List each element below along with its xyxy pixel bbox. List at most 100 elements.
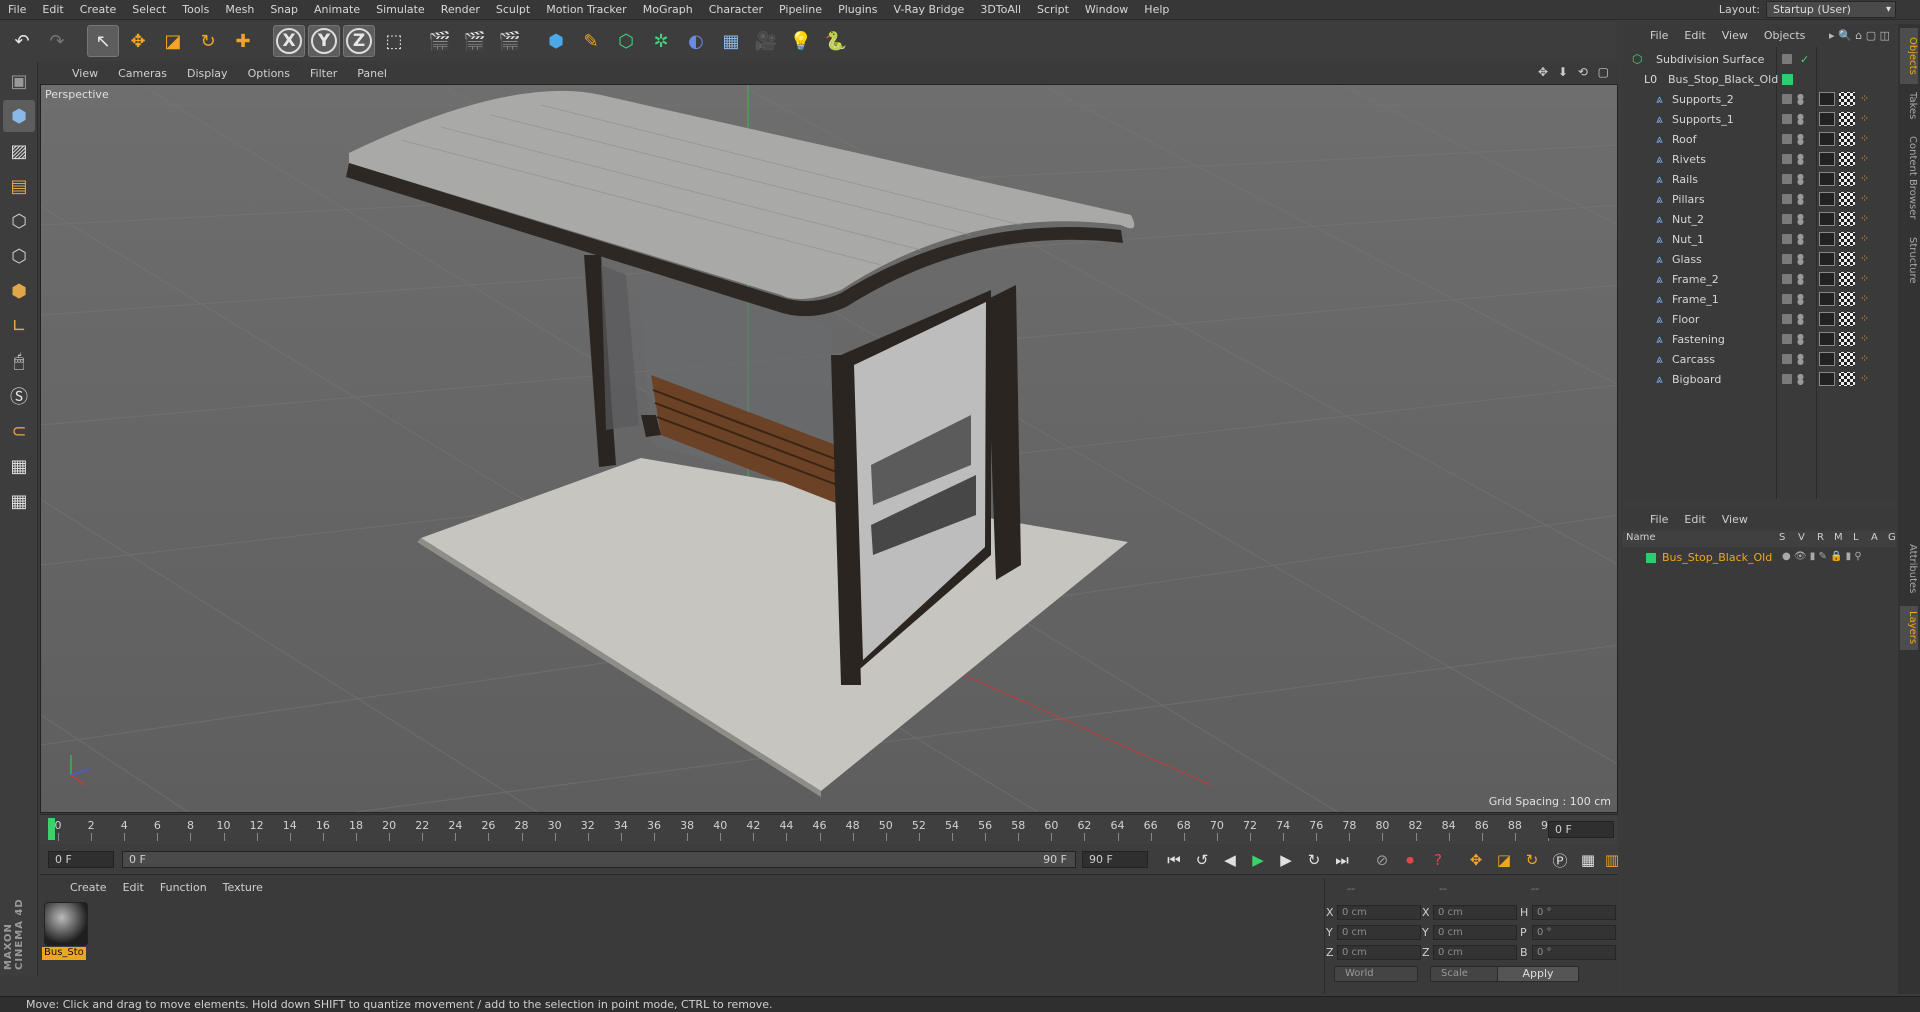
render-view-icon[interactable]: 🎬 bbox=[424, 25, 456, 57]
python-icon[interactable]: 🐍 bbox=[820, 25, 852, 57]
texture-tag-icon[interactable] bbox=[1839, 92, 1855, 106]
cube-object-icon[interactable]: ⬢ bbox=[540, 25, 572, 57]
om-menu-file[interactable]: File bbox=[1642, 29, 1676, 42]
material-tag-icon[interactable] bbox=[1819, 132, 1835, 146]
material-tag-icon[interactable] bbox=[1819, 252, 1835, 266]
lm-menu-view[interactable]: View bbox=[1714, 513, 1756, 526]
move-tool-icon[interactable]: ✥ bbox=[122, 25, 154, 57]
pos-z-field[interactable]: 0 cm bbox=[1337, 945, 1421, 960]
tree-row-subdivision-surface[interactable]: ⬡ Subdivision Surface ✓ bbox=[1622, 49, 1896, 69]
snap-icon[interactable]: Ⓢ bbox=[3, 380, 35, 412]
viewport-menu-filter[interactable]: Filter bbox=[300, 67, 347, 80]
visibility-dots-icon[interactable]: ● ● bbox=[1797, 153, 1804, 166]
menu-snap[interactable]: Snap bbox=[262, 3, 306, 16]
menu-3dtoall[interactable]: 3DToAll bbox=[972, 3, 1029, 16]
autokey-icon[interactable]: ⏺ bbox=[1398, 849, 1422, 871]
key-pla-icon[interactable]: ▦ bbox=[1576, 849, 1600, 871]
keyframe-selection-icon[interactable]: ? bbox=[1426, 849, 1450, 871]
undo-icon[interactable]: ↶ bbox=[6, 25, 38, 57]
edit-toggle[interactable] bbox=[1782, 114, 1792, 124]
magnet-icon[interactable]: ⊂ bbox=[3, 415, 35, 447]
menu-pipeline[interactable]: Pipeline bbox=[771, 3, 830, 16]
material-name-label[interactable]: Bus_Sto bbox=[42, 947, 86, 960]
z-axis-lock-icon[interactable]: Z bbox=[343, 25, 375, 57]
material-tag-icon[interactable] bbox=[1819, 312, 1835, 326]
edit-toggle[interactable] bbox=[1782, 374, 1792, 384]
visibility-dots-icon[interactable]: ● ● bbox=[1797, 93, 1804, 106]
viewport-menu-view[interactable]: View bbox=[62, 67, 108, 80]
timeline-frame-field[interactable]: 0 F bbox=[1548, 821, 1614, 838]
om-menu-view[interactable]: View bbox=[1714, 29, 1756, 42]
texture-tag-icon[interactable] bbox=[1839, 292, 1855, 306]
layer-name[interactable]: Bus_Stop_Black_Old bbox=[1662, 551, 1772, 564]
edit-toggle[interactable] bbox=[1782, 214, 1792, 224]
material-tag-icon[interactable] bbox=[1819, 352, 1835, 366]
tree-row-roof[interactable]: ⩓ Roof ● ● ⁘ bbox=[1622, 129, 1896, 149]
texture-tag-icon[interactable] bbox=[1839, 372, 1855, 386]
lm-menu-edit[interactable]: Edit bbox=[1676, 513, 1713, 526]
key-scale-icon[interactable]: ◪ bbox=[1492, 849, 1516, 871]
grid-lock-icon[interactable]: ▦ bbox=[3, 450, 35, 482]
tab-structure[interactable]: Structure bbox=[1900, 230, 1918, 290]
menu-animate[interactable]: Animate bbox=[306, 3, 368, 16]
phong-tag-icon[interactable]: ⁘ bbox=[1860, 92, 1869, 105]
pos-y-field[interactable]: 0 cm bbox=[1337, 925, 1421, 940]
current-frame-field[interactable]: 0 F bbox=[48, 851, 114, 868]
texture-tag-icon[interactable] bbox=[1839, 172, 1855, 186]
om-menu-objects[interactable]: Objects bbox=[1756, 29, 1814, 42]
render-settings-icon[interactable]: 🎬 bbox=[494, 25, 526, 57]
previous-frame-icon[interactable]: ◀ bbox=[1218, 849, 1242, 871]
phong-tag-icon[interactable]: ⁘ bbox=[1860, 232, 1869, 245]
edit-toggle[interactable] bbox=[1782, 294, 1792, 304]
visibility-dots-icon[interactable]: ● ● bbox=[1797, 233, 1804, 246]
material-menu-create[interactable]: Create bbox=[62, 881, 115, 894]
rot-p-field[interactable]: 0 ° bbox=[1532, 925, 1616, 940]
go-to-start-icon[interactable]: ⏮ bbox=[1162, 849, 1186, 871]
visibility-dots-icon[interactable]: ● ● bbox=[1797, 353, 1804, 366]
material-tag-icon[interactable] bbox=[1819, 172, 1835, 186]
layer-toggle-icons[interactable]: ● 👁 ▮ ✎ 🔒 ▮ ⚲ bbox=[1782, 551, 1862, 562]
tab-attributes[interactable]: Attributes bbox=[1900, 534, 1918, 604]
floor-scene-icon[interactable]: ▦ bbox=[715, 25, 747, 57]
coordinate-system-icon[interactable]: ⬚ bbox=[378, 25, 410, 57]
phong-tag-icon[interactable]: ⁘ bbox=[1860, 372, 1869, 385]
viewport-nav-icons[interactable]: ✥ ⬇ ⟲ ▢ bbox=[1538, 65, 1612, 79]
phong-tag-icon[interactable]: ⁘ bbox=[1860, 312, 1869, 325]
edit-toggle[interactable] bbox=[1782, 194, 1792, 204]
tree-row-rivets[interactable]: ⩓ Rivets ● ● ⁘ bbox=[1622, 149, 1896, 169]
visibility-dots-icon[interactable]: ● ● bbox=[1797, 373, 1804, 386]
menu-window[interactable]: Window bbox=[1077, 3, 1136, 16]
scale-tool-icon[interactable]: ◪ bbox=[157, 25, 189, 57]
edit-toggle[interactable] bbox=[1782, 354, 1792, 364]
size-x-field[interactable]: 0 cm bbox=[1433, 905, 1517, 920]
end-frame-field[interactable]: 90 F bbox=[1082, 851, 1148, 868]
tree-row-carcass[interactable]: ⩓ Carcass ● ● ⁘ bbox=[1622, 349, 1896, 369]
axis-mode-icon[interactable]: ∟ bbox=[3, 310, 35, 342]
tab-takes[interactable]: Takes bbox=[1900, 86, 1918, 126]
tree-row-rails[interactable]: ⩓ Rails ● ● ⁘ bbox=[1622, 169, 1896, 189]
tree-row-fastening[interactable]: ⩓ Fastening ● ● ⁘ bbox=[1622, 329, 1896, 349]
om-menu-edit[interactable]: Edit bbox=[1676, 29, 1713, 42]
phong-tag-icon[interactable]: ⁘ bbox=[1860, 132, 1869, 145]
visibility-dots-icon[interactable]: ● ● bbox=[1797, 173, 1804, 186]
material-tag-icon[interactable] bbox=[1819, 212, 1835, 226]
material-tag-icon[interactable] bbox=[1819, 372, 1835, 386]
menu-simulate[interactable]: Simulate bbox=[368, 3, 433, 16]
menu-vray-bridge[interactable]: V-Ray Bridge bbox=[885, 3, 972, 16]
texture-mode-icon[interactable]: ▨ bbox=[3, 135, 35, 167]
edit-toggle[interactable] bbox=[1782, 254, 1792, 264]
viewport-menu-panel[interactable]: Panel bbox=[347, 67, 397, 80]
edit-toggle[interactable] bbox=[1782, 134, 1792, 144]
previous-key-icon[interactable]: ↺ bbox=[1190, 849, 1214, 871]
cloner-icon[interactable]: ✲ bbox=[645, 25, 677, 57]
y-axis-lock-icon[interactable]: Y bbox=[308, 25, 340, 57]
tree-row-supports-2[interactable]: ⩓ Supports_2 ● ● ⁘ bbox=[1622, 89, 1896, 109]
visibility-dots-icon[interactable]: ● ● bbox=[1797, 213, 1804, 226]
x-axis-lock-icon[interactable]: X bbox=[273, 25, 305, 57]
tree-row-frame-1[interactable]: ⩓ Frame_1 ● ● ⁘ bbox=[1622, 289, 1896, 309]
key-rotation-icon[interactable]: ↻ bbox=[1520, 849, 1544, 871]
tree-row-floor[interactable]: ⩓ Floor ● ● ⁘ bbox=[1622, 309, 1896, 329]
menu-create[interactable]: Create bbox=[72, 3, 125, 16]
tree-row-bus-stop[interactable]: L0 Bus_Stop_Black_Old bbox=[1622, 69, 1896, 89]
material-tag-icon[interactable] bbox=[1819, 112, 1835, 126]
